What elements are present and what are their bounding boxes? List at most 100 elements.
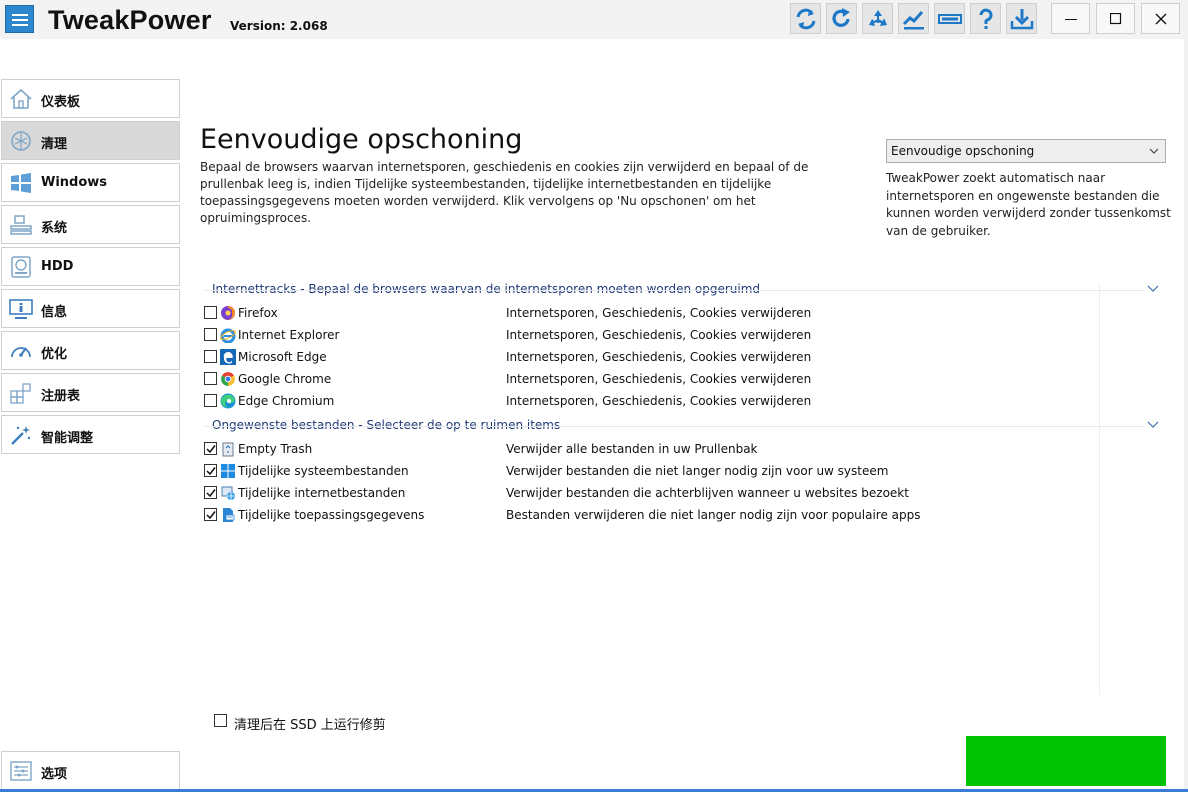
sidebar-item-smart-tweak[interactable]: 智能调整 [1, 415, 180, 454]
sidebar-item-hdd[interactable]: HDD [1, 247, 180, 286]
sidebar-item-label: HDD [41, 259, 74, 274]
mode-description: TweakPower zoekt automatisch naar intern… [886, 171, 1171, 238]
sidebar-item-label: 系统 [41, 221, 68, 236]
intro-description: Bepaal de browsers waarvan internetspore… [200, 160, 809, 225]
collapse-chevron-icon[interactable] [1147, 421, 1159, 429]
checkbox-checked[interactable] [204, 508, 217, 521]
download-icon [1010, 9, 1034, 30]
item-name: Internet Explorer [238, 328, 340, 342]
home-icon [10, 88, 32, 109]
edge-chromium-icon [220, 393, 236, 409]
sidebar-item-registry[interactable]: 注册表 [1, 373, 180, 412]
help-button[interactable] [970, 3, 1001, 34]
list-item-edge-chromium[interactable]: Edge Chromium Internetsporen, Geschieden… [204, 391, 1104, 411]
sidebar-item-label: 优化 [41, 347, 68, 362]
cleanup-mode-select[interactable]: Eenvoudige opschoning [886, 139, 1166, 163]
monitor-info-icon [9, 299, 33, 319]
windows-logo-icon [11, 173, 31, 193]
close-button[interactable] [1141, 3, 1180, 34]
checkbox-checked[interactable] [204, 442, 217, 455]
recycle-button[interactable] [862, 3, 893, 34]
refresh-button[interactable] [790, 3, 821, 34]
chrome-icon [221, 372, 235, 386]
refresh-icon [796, 8, 816, 30]
checkbox[interactable] [204, 306, 217, 319]
registry-icon [10, 383, 31, 404]
list-item-microsoft-edge[interactable]: Microsoft Edge Internetsporen, Geschiede… [204, 347, 1104, 367]
recycle-icon [869, 10, 887, 26]
checkmark-icon [206, 467, 216, 476]
hdd-icon [11, 256, 31, 278]
sidebar-item-system[interactable]: 系统 [1, 205, 180, 244]
list-item-temp-app-data[interactable]: Tijdelijke toepassingsgegevens Bestanden… [204, 505, 1104, 525]
internet-files-icon [221, 486, 235, 500]
ssd-trim-checkbox[interactable] [214, 714, 227, 727]
collapse-chevron-icon[interactable] [1147, 285, 1159, 293]
ssd-trim-option[interactable]: 清理后在 SSD 上运行修剪 [214, 713, 474, 733]
sidebar-item-label: 选项 [41, 767, 68, 782]
windows-logo-icon [221, 464, 235, 478]
redo-button[interactable] [826, 3, 857, 34]
battery-button[interactable] [934, 3, 965, 34]
app-data-icon [223, 508, 235, 522]
sidebar-item-info[interactable]: 信息 [1, 289, 180, 328]
group-divider [204, 290, 1144, 291]
sidebar-item-label: Windows [41, 175, 108, 190]
minimize-button[interactable] [1051, 3, 1090, 34]
checkbox[interactable] [204, 350, 217, 363]
clean-now-button[interactable] [966, 736, 1166, 786]
checkmark-icon [206, 445, 216, 454]
item-description: Verwijder bestanden die niet langer nodi… [506, 464, 889, 478]
sidebar-item-label: 注册表 [41, 389, 81, 404]
list-item-google-chrome[interactable]: Google Chrome Internetsporen, Geschieden… [204, 369, 1104, 389]
item-name: Microsoft Edge [238, 350, 327, 364]
item-name: Empty Trash [238, 442, 313, 456]
list-item-internet-explorer[interactable]: Internet Explorer Internetsporen, Geschi… [204, 325, 1104, 345]
maximize-button[interactable] [1096, 3, 1135, 34]
menu-icon-bar [12, 24, 28, 26]
app-title: TweakPower [48, 5, 212, 35]
internet-explorer-icon [220, 328, 236, 343]
list-item-temp-internet-files[interactable]: Tijdelijke internetbestanden Verwijder b… [204, 483, 1104, 503]
item-name: Firefox [238, 306, 278, 320]
app-version: Version: 2.068 [230, 19, 328, 33]
sidebar-item-clean[interactable]: 清理 [1, 121, 180, 160]
sidebar-item-windows[interactable]: Windows [1, 163, 180, 202]
list-item-temp-system-files[interactable]: Tijdelijke systeembestanden Verwijder be… [204, 461, 1104, 481]
statistics-button[interactable] [898, 3, 929, 34]
group-heading-unwanted-files: Ongewenste bestanden - Selecteer de op t… [212, 418, 561, 432]
item-name: Google Chrome [238, 372, 332, 386]
ssd-trim-label: 清理后在 SSD 上运行修剪 [234, 718, 386, 733]
list-item-firefox[interactable]: Firefox Internetsporen, Geschiedenis, Co… [204, 303, 1104, 323]
group-divider [204, 426, 1144, 427]
battery-bar-icon [938, 14, 962, 24]
checkmark-icon [206, 489, 216, 498]
checkbox[interactable] [204, 328, 217, 341]
firefox-icon [221, 306, 235, 320]
magic-wand-icon [11, 426, 31, 445]
item-name: Tijdelijke systeembestanden [238, 464, 409, 478]
sidebar-item-label: 清理 [41, 137, 68, 152]
checkbox[interactable] [204, 372, 217, 385]
item-name: Edge Chromium [238, 394, 335, 408]
redo-icon [832, 8, 850, 27]
checkbox-checked[interactable] [204, 486, 217, 499]
help-question-icon [979, 8, 993, 29]
chevron-down-icon [1149, 148, 1159, 154]
menu-icon-bar [12, 19, 28, 21]
sidebar-item-label: 智能调整 [41, 431, 94, 446]
item-name: Tijdelijke internetbestanden [238, 486, 406, 500]
item-name: Tijdelijke toepassingsgegevens [238, 508, 425, 522]
hamburger-menu-button[interactable] [5, 5, 34, 33]
sidebar-item-options[interactable]: 选项 [1, 751, 180, 790]
item-description: Bestanden verwijderen die niet langer no… [506, 508, 921, 522]
list-item-empty-trash[interactable]: Empty Trash Verwijder alle bestanden in … [204, 439, 1104, 459]
window-edge [1184, 39, 1188, 792]
sidebar-item-optimize[interactable]: 优化 [1, 331, 180, 370]
download-button[interactable] [1006, 3, 1037, 34]
checkbox[interactable] [204, 394, 217, 407]
sidebar-item-dashboard[interactable]: 仪表板 [1, 79, 180, 118]
checkbox-checked[interactable] [204, 464, 217, 477]
item-description: Internetsporen, Geschiedenis, Cookies ve… [506, 372, 812, 386]
item-description: Internetsporen, Geschiedenis, Cookies ve… [506, 328, 812, 342]
